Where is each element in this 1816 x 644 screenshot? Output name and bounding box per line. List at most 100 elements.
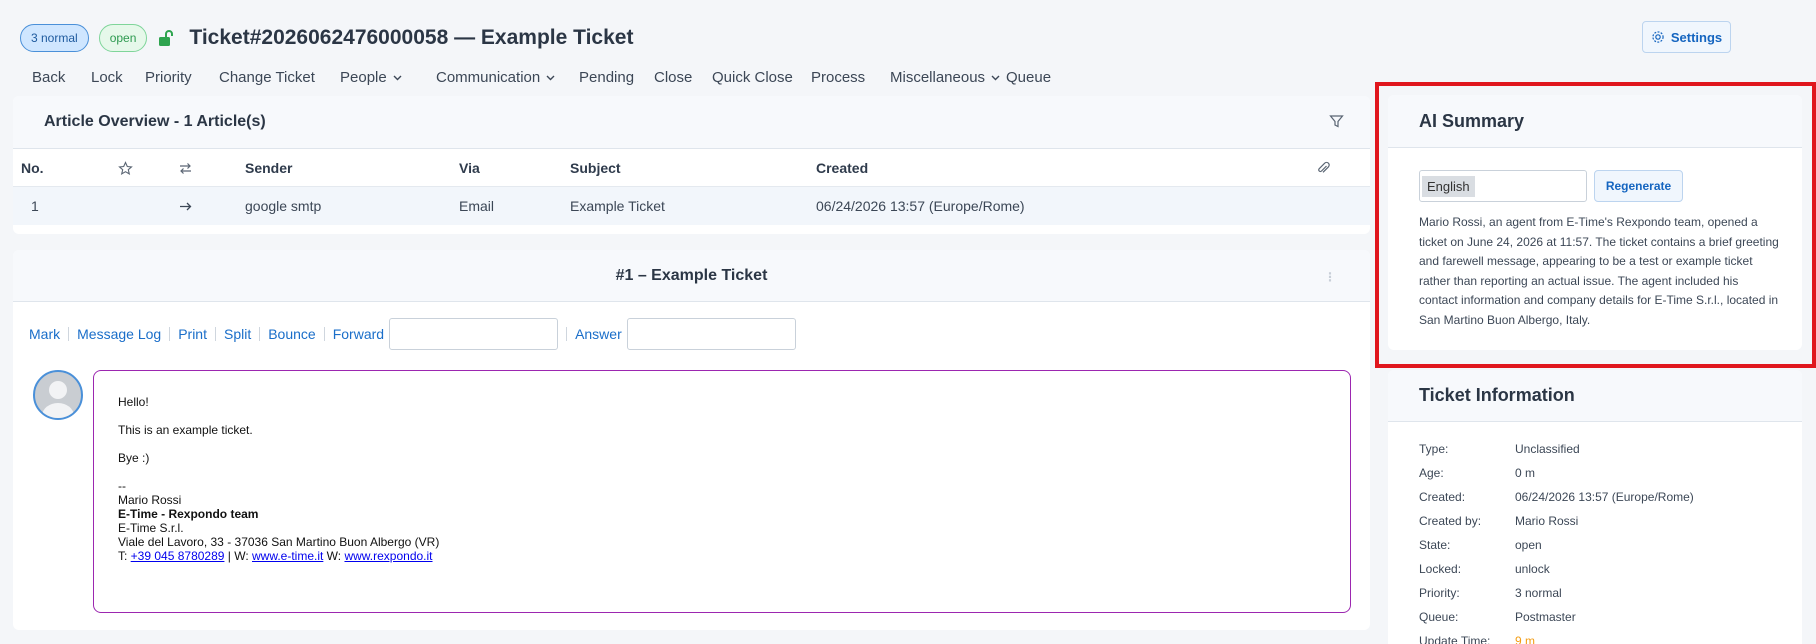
info-value: Mario Rossi xyxy=(1515,514,1579,528)
article-table-header: No. Sender Via Subject Created xyxy=(13,149,1370,187)
divider xyxy=(214,327,216,341)
row-created: 06/24/2026 13:57 (Europe/Rome) xyxy=(816,198,1025,214)
regenerate-button[interactable]: Regenerate xyxy=(1594,170,1683,202)
col-attachment xyxy=(1316,149,1331,187)
print-link[interactable]: Print xyxy=(178,326,207,342)
menu-people-label: People xyxy=(340,68,387,86)
info-row-type: Type: Unclassified xyxy=(1419,442,1580,458)
article-overview-title: Article Overview - 1 Article(s) xyxy=(44,113,266,130)
info-label: Update Time: xyxy=(1419,634,1491,644)
article-title: #1 – Example Ticket xyxy=(615,266,768,284)
menu-priority[interactable]: Priority xyxy=(145,69,219,86)
gear-icon xyxy=(1652,31,1664,43)
ai-summary-header: AI Summary xyxy=(1388,95,1802,148)
web-link-rexpondo[interactable]: www.rexpondo.it xyxy=(344,549,432,563)
menu-queue[interactable]: Queue xyxy=(1006,69,1056,86)
info-label: Locked: xyxy=(1419,562,1462,576)
divider xyxy=(566,327,568,341)
col-star xyxy=(118,149,133,187)
menu-pending[interactable]: Pending xyxy=(579,69,654,86)
info-label: Type: xyxy=(1419,442,1449,456)
menu-process[interactable]: Process xyxy=(811,69,890,86)
ticket-info-panel: Ticket Information Type: Unclassified Ag… xyxy=(1388,370,1802,644)
phone-link[interactable]: +39 045 8780289 xyxy=(131,549,225,563)
info-row-locked: Locked: unlock xyxy=(1419,562,1550,578)
user-icon xyxy=(42,381,74,418)
article-overview-header: Article Overview - 1 Article(s) xyxy=(13,96,1370,149)
ai-summary-panel: AI Summary English Regenerate Mario Ross… xyxy=(1388,95,1802,350)
sig-w1-prefix: | W: xyxy=(224,549,252,563)
more-icon[interactable]: ⋮ xyxy=(1324,270,1336,284)
info-row-queue: Queue: Postmaster xyxy=(1419,610,1576,626)
row-no: 1 xyxy=(31,198,39,214)
answer-link[interactable]: Answer xyxy=(575,326,622,342)
arrow-right-icon xyxy=(180,202,192,210)
chevron-down-icon xyxy=(546,75,555,80)
message-log-link[interactable]: Message Log xyxy=(77,326,161,342)
col-direction xyxy=(178,149,193,187)
ticket-info-title: Ticket Information xyxy=(1419,385,1575,405)
info-row-age: Age: 0 m xyxy=(1419,466,1535,482)
menu-lock[interactable]: Lock xyxy=(91,69,145,86)
divider xyxy=(169,327,171,341)
menu-miscellaneous[interactable]: Miscellaneous xyxy=(890,69,1006,86)
row-sender: google smtp xyxy=(245,198,322,214)
ai-summary-text: Mario Rossi, an agent from E-Time's Rexp… xyxy=(1419,215,1779,327)
divider xyxy=(259,327,261,341)
menu-change-ticket[interactable]: Change Ticket xyxy=(219,69,340,86)
sig-contacts: T: +39 045 8780289 | W: www.e-time.it W:… xyxy=(118,549,1326,563)
info-label: Priority: xyxy=(1419,586,1460,600)
divider xyxy=(323,327,325,341)
sig-t-prefix: T: xyxy=(118,549,131,563)
info-row-update-time: Update Time: 9 m xyxy=(1419,634,1535,644)
unlock-icon[interactable] xyxy=(157,29,175,47)
info-value: Postmaster xyxy=(1515,610,1576,624)
menu-quick-close[interactable]: Quick Close xyxy=(712,69,811,86)
info-label: Created: xyxy=(1419,490,1466,504)
ticket-header: 3 normal open Ticket#2026062476000058 — … xyxy=(20,20,633,56)
state-badge: open xyxy=(98,24,148,52)
filter-icon[interactable] xyxy=(1329,114,1344,129)
settings-label: Settings xyxy=(1670,29,1723,45)
ticket-info-header: Ticket Information xyxy=(1388,370,1802,422)
avatar xyxy=(33,370,83,420)
forward-select[interactable] xyxy=(389,318,559,350)
priority-badge: 3 normal xyxy=(20,24,89,52)
menu-close[interactable]: Close xyxy=(654,69,712,86)
info-row-priority: Priority: 3 normal xyxy=(1419,586,1562,602)
mark-link[interactable]: Mark xyxy=(29,326,60,342)
bounce-link[interactable]: Bounce xyxy=(268,326,315,342)
info-value: 3 normal xyxy=(1515,586,1562,600)
language-select[interactable]: English xyxy=(1419,170,1587,202)
answer-select[interactable] xyxy=(626,318,796,350)
settings-button[interactable]: Settings xyxy=(1642,21,1731,53)
ticket-action-menu: Back Lock Priority Change Ticket People … xyxy=(32,66,1056,88)
forward-link[interactable]: Forward xyxy=(333,326,384,342)
col-sender: Sender xyxy=(245,160,293,176)
language-value: English xyxy=(1422,175,1475,197)
info-value: Unclassified xyxy=(1515,442,1580,456)
sig-company: E-Time S.r.l. xyxy=(118,521,184,535)
split-link[interactable]: Split xyxy=(224,326,251,342)
col-no: No. xyxy=(21,160,44,176)
info-value: 06/24/2026 13:57 (Europe/Rome) xyxy=(1515,490,1694,504)
msg-line1: This is an example ticket. xyxy=(118,423,253,437)
menu-people[interactable]: People xyxy=(340,69,436,86)
info-label: Age: xyxy=(1419,466,1444,480)
swap-arrows-icon xyxy=(180,162,191,174)
paperclip-icon xyxy=(1318,161,1330,173)
row-subject: Example Ticket xyxy=(570,198,665,214)
message-body: Hello! This is an example ticket. Bye :)… xyxy=(93,370,1351,613)
sig-separator: -- xyxy=(118,479,126,493)
menu-back[interactable]: Back xyxy=(32,69,91,86)
info-label: Queue: xyxy=(1419,610,1459,624)
row-via: Email xyxy=(459,198,495,214)
web-link-etime[interactable]: www.e-time.it xyxy=(252,549,323,563)
menu-communication-label: Communication xyxy=(436,68,541,86)
article-actions: Mark Message Log Print Split Bounce Forw… xyxy=(29,318,796,350)
page-title: Ticket#2026062476000058 — Example Ticket xyxy=(189,26,634,49)
divider xyxy=(68,327,70,341)
sig-team: E-Time - Rexpondo team xyxy=(118,507,259,521)
table-row[interactable]: 1 google smtp Email Example Ticket 06/24… xyxy=(13,187,1370,225)
menu-communication[interactable]: Communication xyxy=(436,69,579,86)
